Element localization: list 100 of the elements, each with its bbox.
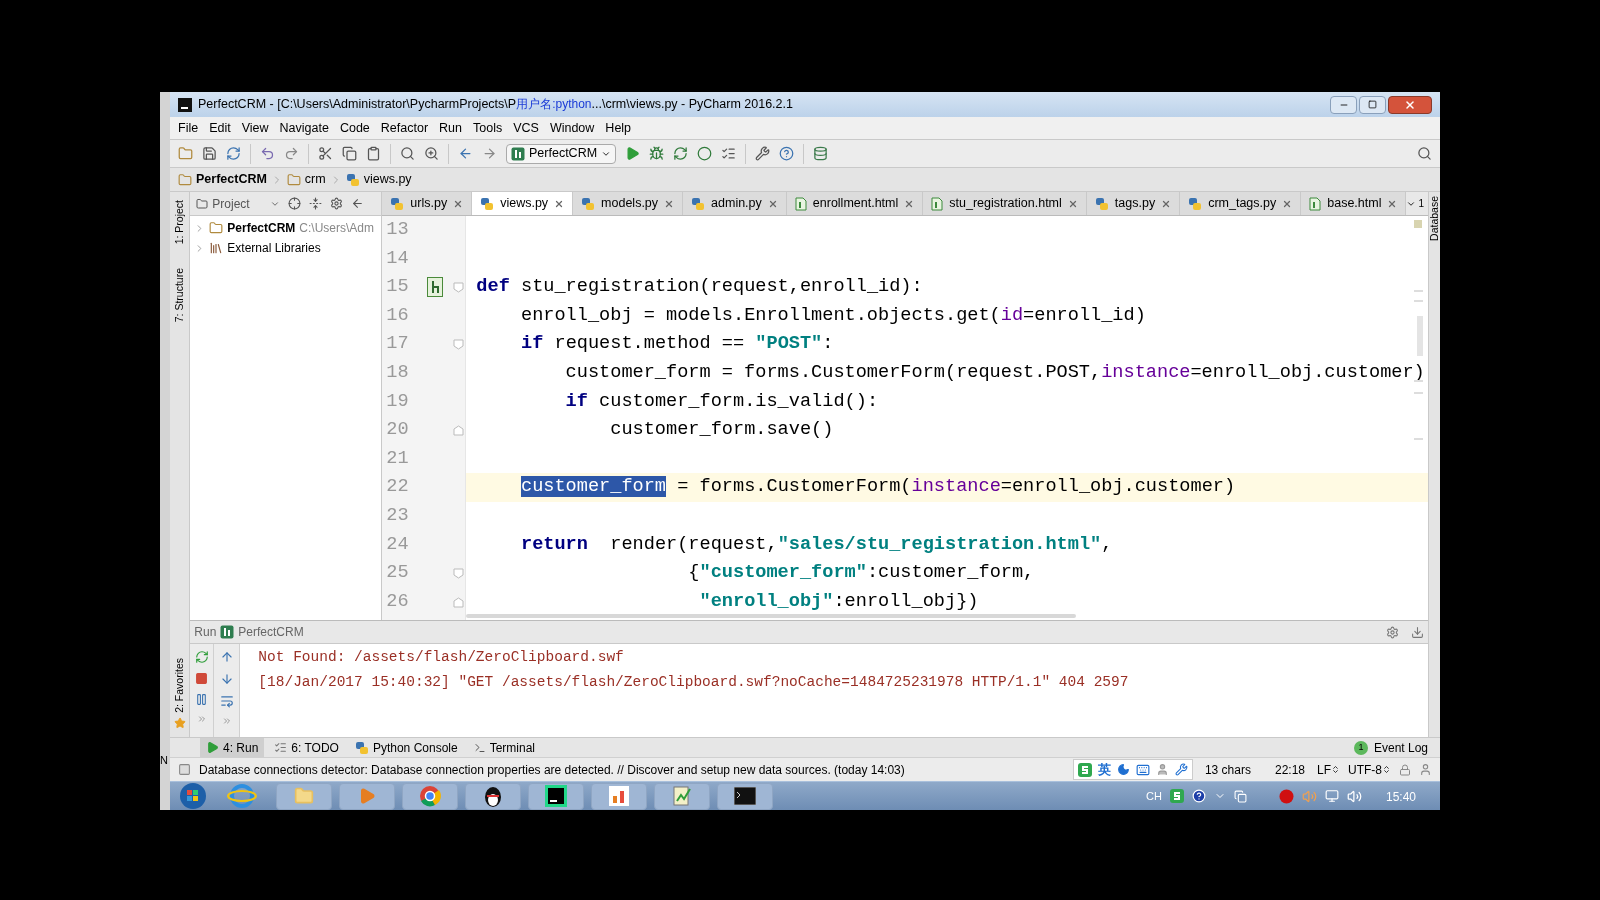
hide-icon[interactable] [350, 197, 364, 210]
editor-tab[interactable]: base.html [1301, 192, 1407, 215]
locate-icon[interactable] [287, 197, 301, 210]
network-icon[interactable] [1324, 789, 1339, 803]
help-icon[interactable] [779, 146, 795, 161]
chrome-icon[interactable] [419, 785, 441, 807]
tool-window-button[interactable]: Python Console [348, 738, 464, 757]
pycharm-icon[interactable] [545, 785, 567, 807]
settings-icon[interactable] [755, 146, 771, 161]
rerun-icon[interactable] [194, 650, 209, 664]
breadcrumb-item[interactable]: PerfectCRM [196, 170, 267, 189]
wrench-icon[interactable] [1174, 763, 1188, 776]
ime-toolbar[interactable]: 英 [1072, 759, 1193, 780]
soft-wrap-icon[interactable] [219, 694, 234, 708]
run-config-dropdown[interactable]: PerfectCRM [506, 143, 617, 164]
tasks-icon[interactable] [721, 146, 737, 161]
close-icon[interactable] [1161, 198, 1172, 209]
event-log-button[interactable]: Event Log [1373, 738, 1428, 757]
search-icon[interactable] [400, 146, 415, 161]
tool-window-button[interactable]: 6: TODO [268, 738, 345, 757]
line-separator-selector[interactable]: LF [1317, 760, 1340, 779]
sogou-icon[interactable] [1169, 789, 1184, 803]
replace-icon[interactable] [424, 146, 439, 161]
open-icon[interactable] [178, 146, 193, 161]
menu-item[interactable]: Navigate [279, 118, 329, 138]
close-icon[interactable] [453, 198, 464, 209]
horizontal-scrollbar[interactable] [466, 614, 1077, 618]
taskbar-button[interactable] [528, 782, 584, 810]
hidden-tab-count[interactable]: 1 [1418, 196, 1424, 211]
undo-icon[interactable] [260, 146, 275, 161]
editor-tab[interactable]: enrollment.html [786, 192, 924, 215]
browser-icon[interactable] [227, 783, 257, 809]
menu-item[interactable]: View [241, 118, 269, 138]
record-icon[interactable] [1278, 788, 1294, 804]
notepad-icon[interactable] [672, 785, 692, 807]
up-down-icon[interactable] [1331, 765, 1340, 774]
settings-icon[interactable] [1386, 625, 1399, 639]
stop-icon[interactable] [195, 672, 209, 685]
redo-icon[interactable] [284, 146, 299, 161]
tree-item[interactable]: PerfectCRM [227, 219, 296, 237]
menu-item[interactable]: Run [439, 118, 462, 138]
project-icon[interactable] [196, 197, 209, 210]
fold-marker-icon[interactable] [453, 424, 465, 436]
tool-window-tab[interactable]: Database [1426, 196, 1443, 241]
save-icon[interactable] [202, 146, 217, 161]
start-button[interactable] [178, 782, 208, 810]
search-icon[interactable] [1417, 146, 1432, 161]
fold-marker-icon[interactable] [453, 596, 465, 608]
editor-tab[interactable]: tags.py [1086, 192, 1181, 215]
penguin-icon[interactable] [484, 785, 502, 807]
tool-window-tab[interactable]: 1: Project [171, 200, 188, 245]
editor-tab[interactable]: urls.py [382, 192, 473, 215]
down-icon[interactable] [219, 672, 234, 686]
close-icon[interactable] [1067, 198, 1078, 209]
close-icon[interactable] [904, 198, 915, 209]
command-prompt-icon[interactable] [734, 787, 756, 805]
up-icon[interactable] [219, 650, 234, 664]
close-icon[interactable] [664, 198, 675, 209]
up-down-icon[interactable] [1382, 765, 1391, 774]
editor-tab[interactable]: crm_tags.py [1180, 192, 1302, 215]
menu-item[interactable]: Edit [209, 118, 231, 138]
menu-item[interactable]: Help [605, 118, 632, 138]
breadcrumb-item[interactable]: crm [304, 170, 326, 189]
tool-window-tab[interactable]: 2: Favorites [171, 658, 188, 713]
menu-item[interactable]: File [178, 118, 199, 138]
encoding-selector[interactable]: UTF-8 [1348, 760, 1391, 779]
close-icon[interactable] [1404, 98, 1416, 111]
tool-window-button[interactable]: 4: Run [200, 738, 265, 757]
menu-item[interactable]: Refactor [380, 118, 429, 138]
collapse-icon[interactable] [308, 197, 322, 210]
close-icon[interactable] [1387, 198, 1398, 209]
lock-icon[interactable] [1399, 763, 1411, 776]
fold-marker-icon[interactable] [453, 339, 465, 351]
settings-icon[interactable] [329, 197, 343, 210]
cut-icon[interactable] [318, 146, 333, 161]
close-icon[interactable] [767, 198, 778, 209]
editor-tab[interactable]: admin.py [683, 192, 787, 215]
close-icon[interactable] [1282, 198, 1293, 209]
taskbar-button[interactable] [717, 782, 773, 810]
user-icon[interactable] [1155, 763, 1169, 776]
fold-marker-icon[interactable] [453, 567, 465, 579]
run-icon[interactable] [625, 146, 641, 161]
menu-item[interactable]: Window [549, 118, 595, 138]
copy-icon[interactable] [342, 146, 357, 161]
maximize-button[interactable] [1359, 95, 1386, 114]
forward-icon[interactable] [482, 146, 497, 161]
caret-position[interactable]: 22:18 [1274, 760, 1305, 779]
editor-tab[interactable]: views.py [472, 192, 574, 215]
minimize-button[interactable] [1330, 95, 1357, 114]
tool-window-tab[interactable]: 7: Structure [171, 268, 188, 323]
status-icon[interactable] [178, 763, 191, 776]
taskbar-button[interactable] [465, 782, 521, 810]
tool-window-button[interactable]: Terminal [467, 738, 542, 757]
volume-icon[interactable] [1346, 788, 1362, 804]
ime-mode[interactable]: 英 [1097, 759, 1111, 780]
back-icon[interactable] [458, 146, 473, 161]
paste-icon[interactable] [366, 146, 381, 161]
pause-icon[interactable] [195, 693, 209, 706]
template-icon[interactable] [426, 277, 443, 298]
close-button[interactable] [1388, 95, 1432, 114]
